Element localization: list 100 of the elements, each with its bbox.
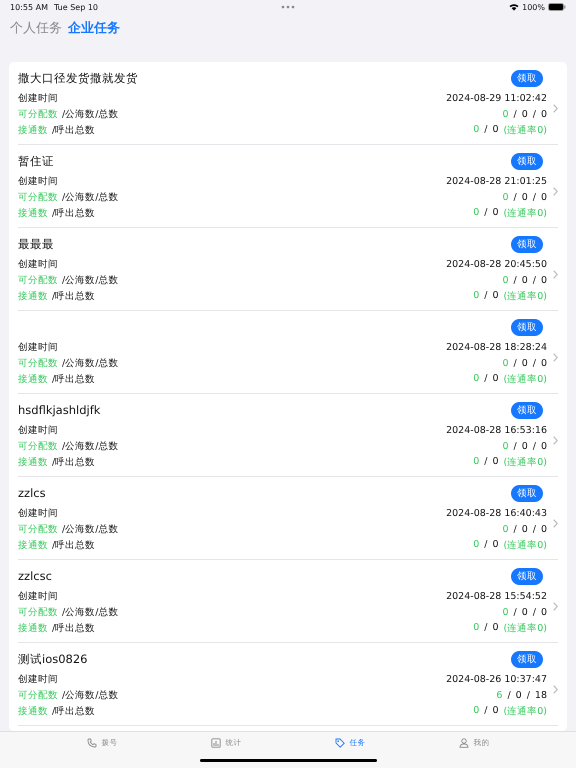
task-title: 撒大口径发货撒就发货 [18,70,138,86]
connected-label: 接通数 [18,622,48,634]
count-value: 0 [540,440,547,452]
claim-button[interactable]: 领取 [511,402,543,418]
count-value: / [514,606,517,618]
call-value: 0 [492,456,499,468]
connected-label: 接通数 [18,538,48,552]
call-value: 0 [473,622,480,634]
chevron-right-icon[interactable] [553,518,558,528]
count-value: / [532,440,536,452]
count-value: 0 [522,358,528,368]
assignable-label: 可分配数 [18,274,58,286]
call-value: 0 [492,538,499,552]
task-title: 测试ios0826 [18,652,88,666]
calls-total-label: /呼出总数 [52,622,96,634]
count-value: 0 [540,358,547,368]
phone-icon [86,738,96,748]
chevron-right-icon[interactable] [553,186,558,196]
count-value: 0 [540,606,547,618]
claim-button[interactable]: 领取 [511,318,543,336]
pool-total-label: /公海数/总数 [62,274,118,286]
call-value: / [484,538,488,552]
claim-button[interactable]: 领取 [511,484,543,502]
connected-label: 接通数 [18,704,48,718]
count-value: / [514,358,517,368]
call-value: 0 [492,124,499,136]
chevron-right-icon[interactable] [553,684,558,694]
created-label: 创建时间 [18,258,58,270]
call-value: 0 [492,622,499,634]
count-value: / [507,690,511,700]
chevron-right-icon[interactable] [553,602,558,610]
count-value: 0 [516,690,522,700]
call-value: 0 [492,290,499,302]
call-value: / [484,622,488,634]
call-value: / [484,206,488,220]
claim-button[interactable]: 领取 [511,70,543,86]
count-value: 0 [522,606,528,618]
calls-total-label: /呼出总数 [52,372,96,386]
more-icon [281,5,295,9]
created-time: 2024-08-28 15:54:52 [446,590,547,602]
created-label: 创建时间 [18,590,58,602]
count-value: / [514,440,517,452]
call-value: (连通率0) [504,372,547,386]
count-value: / [514,524,517,534]
created-time: 2024-08-28 18:28:24 [446,342,547,352]
call-value: (连通率0) [504,290,547,302]
task-title: zzlcsc [18,569,52,583]
call-value: 0 [473,124,480,136]
chevron-right-icon[interactable] [553,270,558,278]
count-value: / [514,192,517,202]
chevron-right-icon[interactable] [553,104,558,112]
call-value: (连通率0) [504,704,547,718]
segment-tab[interactable]: 企业任务 [68,19,120,37]
pool-total-label: /公海数/总数 [62,190,118,204]
count-value: 0 [540,524,547,534]
count-value: 0 [502,606,508,618]
status-date: Tue Sep 10 [54,2,98,12]
count-value: 0 [540,274,547,286]
count-value: / [532,192,536,202]
assignable-label: 可分配数 [18,440,58,452]
task-title: zzlcs [18,486,46,500]
segment-tab[interactable]: 个人任务 [10,19,62,37]
call-value: (连通率0) [504,538,547,552]
count-value: 0 [502,108,508,120]
claim-button[interactable]: 领取 [511,152,543,170]
calls-total-label: /呼出总数 [52,124,96,136]
count-value: 0 [522,274,528,286]
call-value: / [484,704,488,718]
created-time: 2024-08-26 10:37:47 [446,674,547,684]
status-time: 10:55 AM [10,2,48,12]
connected-label: 接通数 [18,290,48,302]
connected-label: 接通数 [18,456,48,468]
created-label: 创建时间 [18,340,58,354]
count-value: / [514,274,517,286]
calls-total-label: /呼出总数 [52,538,96,552]
pool-total-label: /公海数/总数 [62,522,118,536]
chevron-right-icon[interactable] [553,352,558,362]
count-value: / [532,358,536,368]
count-value: / [532,606,536,618]
claim-button[interactable]: 领取 [511,650,543,668]
created-time: 2024-08-28 16:40:43 [446,508,547,518]
assignable-label: 可分配数 [18,606,58,618]
call-value: / [484,124,488,136]
call-value: (连通率0) [504,206,547,220]
created-label: 创建时间 [18,506,58,520]
count-value: 0 [522,108,528,120]
chevron-right-icon[interactable] [553,436,558,444]
claim-button[interactable]: 领取 [511,568,543,584]
assignable-label: 可分配数 [18,688,58,702]
task-title: hsdflkjashldjfk [18,403,100,417]
count-value: 18 [534,690,547,700]
wifi-icon [509,3,520,11]
assignable-label: 可分配数 [18,108,58,120]
created-label: 创建时间 [18,424,58,436]
created-time: 2024-08-28 16:53:16 [446,424,547,436]
chart-icon [210,738,220,748]
claim-button[interactable]: 领取 [511,236,543,252]
created-time: 2024-08-28 20:45:50 [446,258,547,270]
task-title: 最最最 [18,236,54,252]
call-value: 0 [473,206,480,220]
